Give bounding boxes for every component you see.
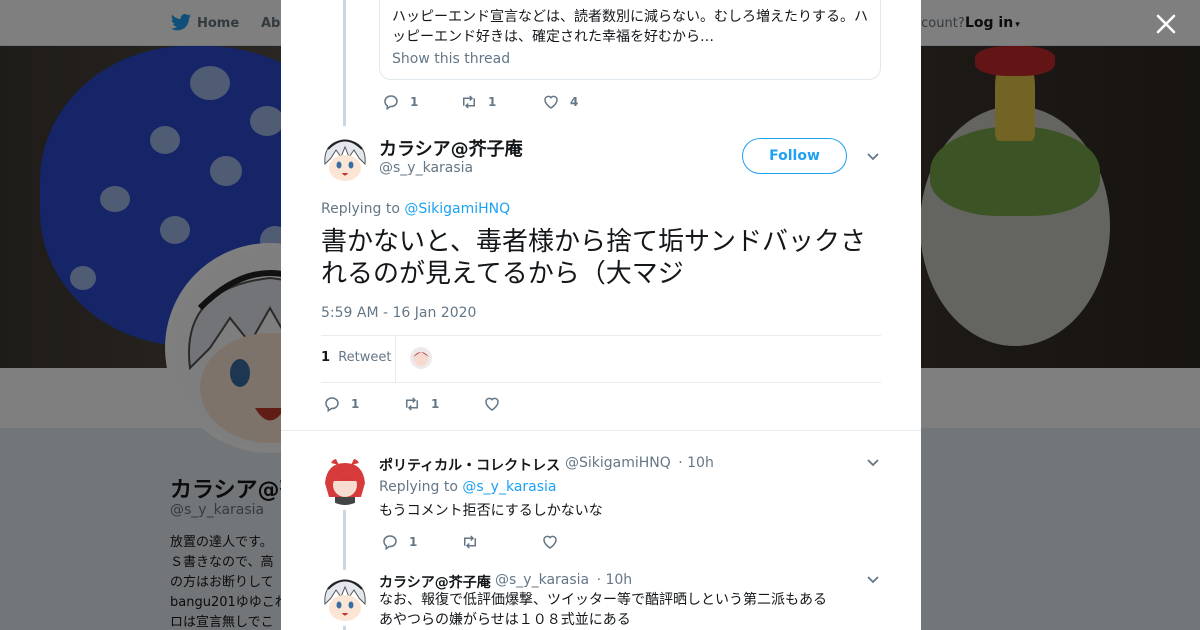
reply-button[interactable]: 1	[382, 93, 460, 111]
reply-icon	[383, 535, 397, 551]
close-icon[interactable]	[1154, 12, 1178, 36]
retweet-button[interactable]: 1	[460, 93, 542, 111]
retweet-stats[interactable]: 1 Retweet	[321, 350, 391, 365]
reply-count: 1	[410, 95, 419, 109]
quoted-tweet-card[interactable]: ハッピーエンド宣言などは、読者数別に減らない。むしろ増えたりする。ハッピーエンド…	[379, 0, 881, 80]
reply-icon	[325, 397, 339, 413]
reply-time[interactable]: · 10h	[597, 572, 633, 588]
reply-handle[interactable]: @s_y_karasia	[495, 572, 589, 588]
reply-actions: 1	[381, 532, 559, 552]
tweet-modal: ハッピーエンド宣言などは、読者数別に減らない。むしろ増えたりする。ハッピーエンド…	[281, 0, 921, 630]
tweet-timestamp[interactable]: 5:59 AM - 16 Jan 2020	[321, 305, 476, 321]
tweet-actions: 1 1	[323, 394, 501, 414]
reply-author-name[interactable]: ポリティカル・コレクトレス	[379, 455, 560, 475]
replying-to: Replying to @s_y_karasia	[379, 479, 557, 495]
retweet-button[interactable]: 1	[403, 395, 483, 413]
retweeter-avatar-icon	[410, 347, 432, 369]
character-avatar-icon	[321, 134, 369, 182]
reply-handle[interactable]: @SikigamiHNQ	[565, 455, 671, 471]
retweet-count: 1	[488, 95, 497, 109]
like-button[interactable]	[541, 533, 559, 551]
replying-to-handle-link[interactable]: @s_y_karasia	[462, 479, 556, 495]
stats-separator	[395, 336, 396, 382]
retweet-icon	[406, 397, 418, 411]
replying-to-label: Replying to	[321, 201, 400, 217]
chevron-down-icon[interactable]	[866, 150, 880, 164]
reply-count: 1	[351, 397, 360, 411]
reply-text-line: あやつらの嫌がらせは１０８式並にある	[379, 612, 631, 628]
retweeter-avatar[interactable]	[410, 347, 432, 369]
divider	[321, 335, 881, 336]
retweet-count: 1	[431, 397, 440, 411]
reply-time[interactable]: · 10h	[678, 455, 714, 471]
author-handle[interactable]: @s_y_karasia	[379, 160, 473, 176]
reply-button[interactable]: 1	[381, 533, 461, 551]
replying-to-label: Replying to	[379, 479, 458, 495]
reply-text-line: なお、報復で低評価爆撃、ツイッター等で酷評晒しという第二派もある	[379, 592, 827, 608]
retweet-button[interactable]	[461, 533, 541, 551]
author-name[interactable]: カラシア@芥子庵	[379, 135, 523, 161]
retweet-icon	[463, 95, 475, 109]
like-button[interactable]: 4	[542, 93, 578, 111]
reply-count: 1	[409, 535, 418, 549]
heart-icon	[543, 535, 557, 549]
reply-author-name[interactable]: カラシア@芥子庵	[379, 572, 491, 592]
chevron-down-icon[interactable]	[866, 573, 880, 587]
divider	[321, 382, 881, 383]
reply-avatar[interactable]	[321, 574, 369, 622]
author-avatar[interactable]	[321, 134, 369, 182]
retweet-icon	[464, 535, 476, 549]
thread-connector-line	[343, 626, 346, 630]
like-button[interactable]	[483, 395, 501, 413]
reply-author-handle: @s_y_karasia · 10h	[495, 572, 632, 588]
reply-button[interactable]: 1	[323, 395, 403, 413]
show-thread-link[interactable]: Show this thread	[392, 51, 510, 67]
replying-to: Replying to @SikigamiHNQ	[321, 201, 510, 217]
heart-icon	[485, 397, 499, 411]
reply-text: もうコメント拒否にするしかないな	[379, 503, 603, 519]
reply-avatar[interactable]	[321, 457, 369, 505]
follow-button[interactable]: Follow	[742, 138, 847, 174]
tweet-text: 書かないと、毒者様から捨て垢サンドバックされるのが見えてるから（大マジ	[321, 227, 866, 289]
retweet-stat-count: 1	[321, 350, 331, 365]
quoted-tweet-text: ハッピーエンド宣言などは、読者数別に減らない。むしろ増えたりする。ハッピーエンド…	[392, 9, 868, 45]
thread-connector-line	[343, 0, 346, 126]
like-count: 4	[570, 95, 579, 109]
heart-icon	[544, 95, 558, 109]
retweet-stat-label: Retweet	[338, 350, 392, 365]
reply-text: なお、報復で低評価爆撃、ツイッター等で酷評晒しという第二派もある あやつらの嫌が…	[379, 590, 827, 630]
replying-to-handle-link[interactable]: @SikigamiHNQ	[404, 201, 510, 217]
reply-icon	[384, 95, 398, 111]
reply-author-handle: @SikigamiHNQ · 10h	[565, 455, 714, 471]
red-hair-character-icon	[321, 457, 369, 505]
prev-tweet-actions: 1 1 4	[382, 92, 578, 112]
chevron-down-icon[interactable]	[866, 456, 880, 470]
thread-connector-line	[343, 510, 346, 570]
character-avatar-icon	[321, 574, 369, 622]
divider	[281, 430, 921, 431]
